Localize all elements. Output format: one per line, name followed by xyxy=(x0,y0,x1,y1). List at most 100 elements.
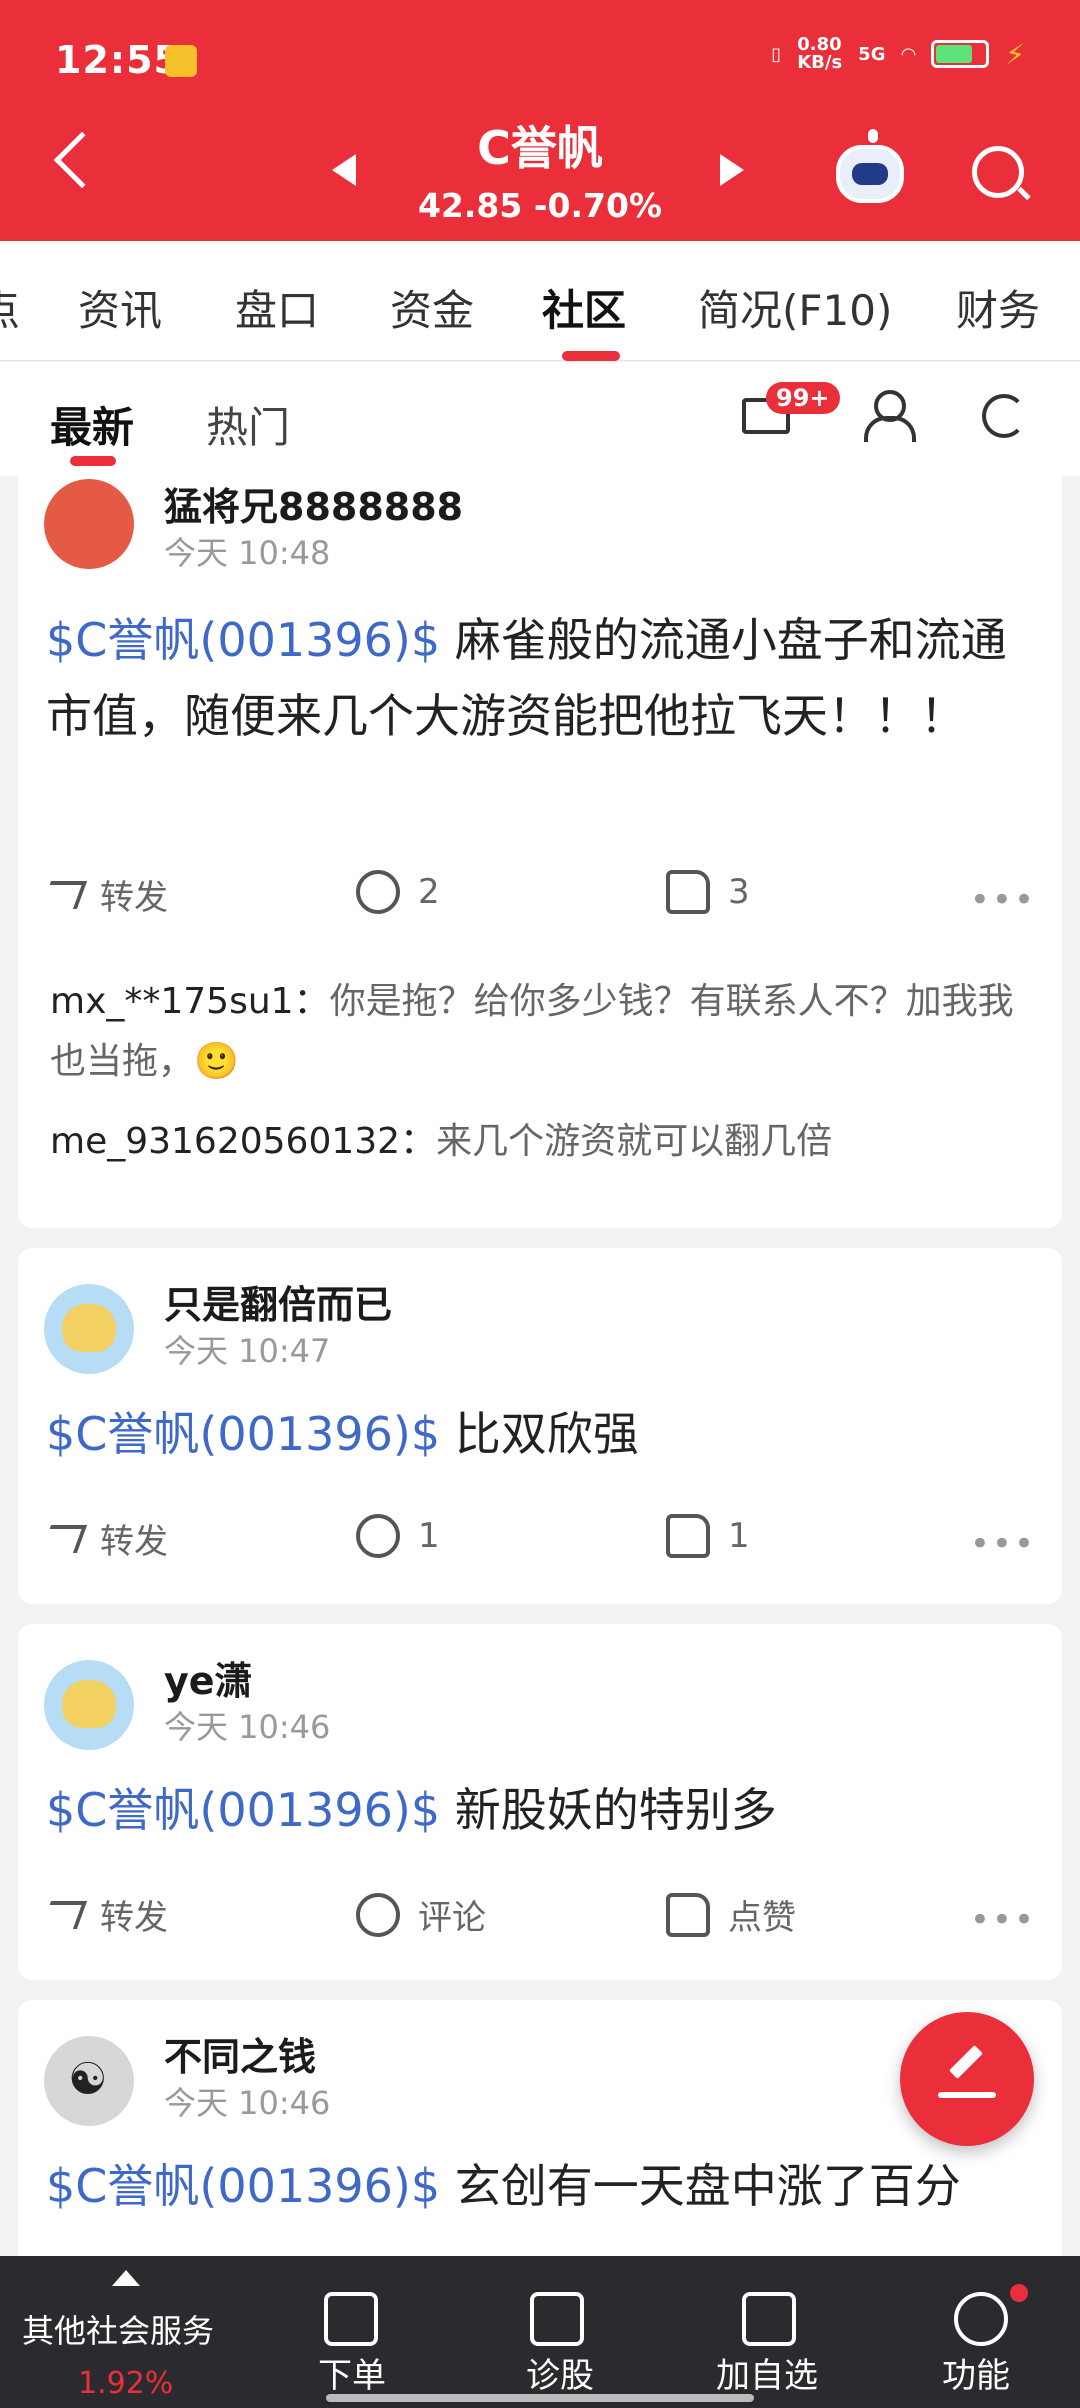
post-content[interactable]: $C誉帆(001396)$ 玄创有一天盘中涨了百分 xyxy=(46,2148,1034,2224)
comment-button[interactable]: 2 xyxy=(356,870,440,914)
add-watchlist-label: 加自选 xyxy=(716,2356,818,2396)
post-time: 今天 10:46 xyxy=(164,2084,331,2122)
sub-tabs: 最新 热门 99+ xyxy=(0,362,1080,476)
comment-icon xyxy=(356,870,400,914)
post-username[interactable]: ye潇 xyxy=(164,1650,253,1705)
stock-price: 42.85 -0.70% xyxy=(417,186,663,225)
post-time: 今天 10:47 xyxy=(164,1332,331,1370)
active-tab-indicator xyxy=(562,351,620,361)
refresh-icon[interactable] xyxy=(982,394,1026,438)
post-actions: 转发 2 3 ••• xyxy=(40,870,1036,930)
tab-partial[interactable]: 点 xyxy=(0,277,20,338)
main-tabs: 点 资讯 盘口 资金 社区 简况(F10) 财务 xyxy=(0,241,1080,361)
share-icon xyxy=(40,1524,88,1553)
order-button[interactable]: 下单 xyxy=(290,2256,410,2408)
diagnose-icon xyxy=(530,2292,584,2346)
comment-icon xyxy=(356,1514,400,1558)
comment-item[interactable]: me_931620560132：来几个游资就可以翻几倍 xyxy=(50,1112,1034,1172)
active-subtab-indicator xyxy=(70,456,116,466)
like-count: 1 xyxy=(728,1516,750,1556)
share-label: 转发 xyxy=(100,1898,168,1938)
post-card: ye潇 今天 10:46 $C誉帆(001396)$ 新股妖的特别多 转发 评论… xyxy=(18,1624,1062,1980)
post-content[interactable]: $C誉帆(001396)$ 新股妖的特别多 xyxy=(46,1772,1034,1848)
stock-tag-link[interactable]: $C誉帆(001396)$ xyxy=(46,1783,440,1837)
avatar[interactable] xyxy=(44,479,134,569)
like-icon xyxy=(666,1892,710,1937)
stock-tag-link[interactable]: $C誉帆(001396)$ xyxy=(46,613,440,667)
share-icon xyxy=(40,1900,88,1929)
subtab-latest[interactable]: 最新 xyxy=(50,394,134,455)
header: 12:55 ▯ 0.80 KB/s 5G ◠ ⚡ C誉帆 42.85 -0.70… xyxy=(0,0,1080,241)
other-services-label: 其他社会服务 xyxy=(22,2312,215,2350)
like-count: 3 xyxy=(728,872,750,912)
like-icon xyxy=(666,870,710,914)
search-icon[interactable] xyxy=(972,146,1024,198)
comment-list: mx_**175su1：你是拖？给你多少钱？有联系人不？加我我也当拖，🙂 me_… xyxy=(50,972,1034,1172)
share-button[interactable]: 转发 xyxy=(40,1890,168,1939)
post-username[interactable]: 猛将兄8888888 xyxy=(164,476,463,531)
order-label: 下单 xyxy=(318,2356,386,2396)
avatar[interactable] xyxy=(44,1660,134,1750)
share-label: 转发 xyxy=(100,1522,168,1562)
tab-funds[interactable]: 资金 xyxy=(390,277,474,338)
pen-underline xyxy=(938,2092,996,2098)
comment-user[interactable]: me_931620560132： xyxy=(50,1121,436,1162)
tab-orderbook[interactable]: 盘口 xyxy=(235,277,319,338)
diagnose-label: 诊股 xyxy=(526,2356,594,2396)
comment-button[interactable]: 1 xyxy=(356,1514,440,1558)
share-button[interactable]: 转发 xyxy=(40,870,168,919)
comment-user[interactable]: mx_**175su1： xyxy=(50,981,330,1022)
robot-assistant-icon[interactable] xyxy=(836,129,904,203)
stock-tag-link[interactable]: $C誉帆(001396)$ xyxy=(46,1407,440,1461)
post-content[interactable]: $C誉帆(001396)$ 比双欣强 xyxy=(46,1396,1034,1472)
post-actions: 转发 评论 点赞 ••• xyxy=(40,1890,1036,1950)
comment-button[interactable]: 评论 xyxy=(356,1890,486,1939)
functions-button[interactable]: 功能 xyxy=(920,2256,1040,2408)
more-icon[interactable]: ••• xyxy=(970,1900,1036,1940)
menu-icon xyxy=(954,2292,1008,2346)
add-watchlist-button[interactable]: 加自选 xyxy=(700,2256,840,2408)
share-button[interactable]: 转发 xyxy=(40,1514,168,1563)
post-card: 不同之钱 今天 10:46 $C誉帆(001396)$ 玄创有一天盘中涨了百分 xyxy=(18,2000,1062,2256)
avatar[interactable] xyxy=(44,2036,134,2126)
tab-news[interactable]: 资讯 xyxy=(78,277,162,338)
share-icon xyxy=(40,880,88,909)
mail-badge: 99+ xyxy=(766,382,840,414)
more-icon[interactable]: ••• xyxy=(970,1524,1036,1564)
battery-icon xyxy=(931,40,990,68)
like-label: 点赞 xyxy=(728,1898,796,1938)
charging-icon: ⚡ xyxy=(1005,37,1025,71)
other-services-button[interactable]: 其他社会服务 1.92% xyxy=(0,2256,250,2408)
like-button[interactable]: 1 xyxy=(666,1514,750,1558)
post-username[interactable]: 只是翻倍而已 xyxy=(164,1274,392,1329)
status-icons: ▯ 0.80 KB/s 5G ◠ ⚡ xyxy=(771,36,1025,72)
like-button[interactable]: 点赞 xyxy=(666,1890,796,1939)
post-content[interactable]: $C誉帆(001396)$ 麻雀般的流通小盘子和流通市值，随便来几个大游资能把他… xyxy=(46,602,1034,754)
tab-community[interactable]: 社区 xyxy=(542,277,626,338)
post-text: 新股妖的特别多 xyxy=(454,1783,777,1837)
post-text: 玄创有一天盘中涨了百分 xyxy=(454,2159,961,2213)
user-icon[interactable] xyxy=(862,390,916,442)
home-indicator[interactable] xyxy=(326,2394,754,2402)
avatar[interactable] xyxy=(44,1284,134,1374)
compose-post-button[interactable] xyxy=(900,2012,1034,2146)
share-label: 转发 xyxy=(100,878,168,918)
notification-dot xyxy=(1010,2284,1028,2302)
wifi-icon: ◠ xyxy=(901,43,916,65)
like-button[interactable]: 3 xyxy=(666,870,750,914)
post-username[interactable]: 不同之钱 xyxy=(164,2026,316,2081)
post-actions: 转发 1 1 ••• xyxy=(40,1514,1036,1574)
diagnose-button[interactable]: 诊股 xyxy=(500,2256,620,2408)
tab-f10[interactable]: 简况(F10) xyxy=(698,277,892,338)
stock-tag-link[interactable]: $C誉帆(001396)$ xyxy=(46,2159,440,2213)
next-stock-icon[interactable] xyxy=(720,154,744,186)
comment-count: 2 xyxy=(418,872,440,912)
tab-finance[interactable]: 财务 xyxy=(956,277,1040,338)
post-text: 比双欣强 xyxy=(454,1407,639,1461)
subtab-hot[interactable]: 热门 xyxy=(206,394,290,455)
post-card: 猛将兄8888888 今天 10:48 $C誉帆(001396)$ 麻雀般的流通… xyxy=(18,476,1062,1228)
bottom-toolbar: 其他社会服务 1.92% 下单 诊股 加自选 功能 xyxy=(0,2256,1080,2408)
more-icon[interactable]: ••• xyxy=(970,880,1036,920)
comment-item[interactable]: mx_**175su1：你是拖？给你多少钱？有联系人不？加我我也当拖，🙂 xyxy=(50,972,1034,1092)
stock-name: C誉帆 xyxy=(477,121,603,175)
